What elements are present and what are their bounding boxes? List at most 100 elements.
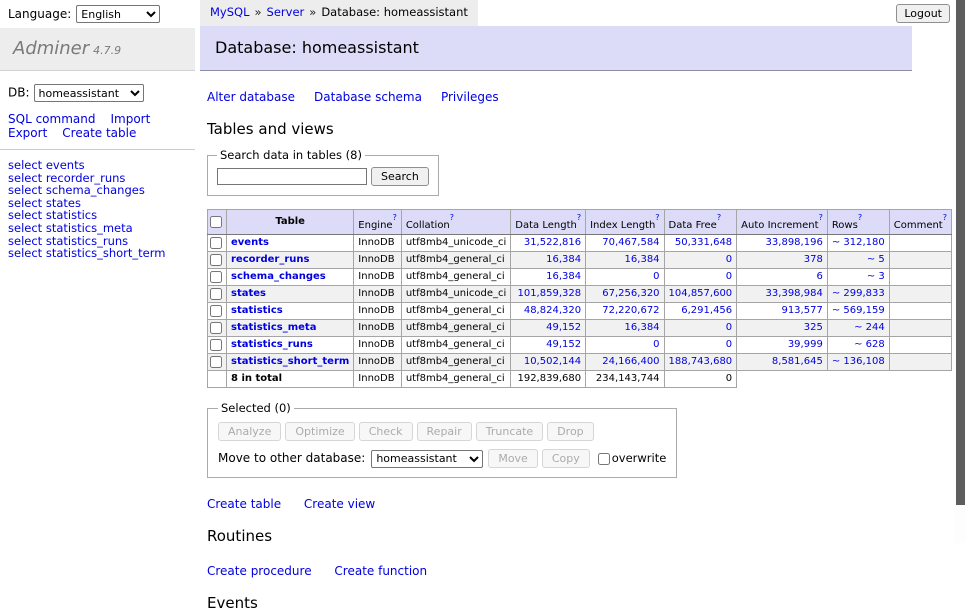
auto-increment-link[interactable]: 33,898,196	[766, 237, 823, 248]
auto-increment-link[interactable]: 8,581,645	[772, 356, 823, 367]
row-checkbox[interactable]	[210, 339, 222, 351]
rows-estimate-link[interactable]: ~ 628	[854, 339, 885, 350]
help-link[interactable]: ?	[943, 213, 947, 222]
data-length-link[interactable]: 16,384	[546, 271, 581, 282]
create-procedure-link[interactable]: Create procedure	[207, 564, 312, 578]
auto-increment-link[interactable]: 33,398,984	[766, 288, 823, 299]
scrollbar-thumb[interactable]	[956, 0, 965, 505]
index-length-link[interactable]: 67,256,320	[602, 288, 659, 299]
sidebar-action-create-table[interactable]: Create table	[62, 127, 136, 141]
search-button[interactable]: Search	[371, 167, 429, 186]
table-row: statistics_runsInnoDButf8mb4_general_ci4…	[208, 337, 952, 354]
rows-estimate-link[interactable]: ~ 569,159	[832, 305, 885, 316]
sidebar-action-export[interactable]: Export	[8, 127, 47, 141]
row-checkbox[interactable]	[210, 271, 222, 283]
create-function-link[interactable]: Create function	[334, 564, 427, 578]
data-free-link[interactable]: 6,291,456	[681, 305, 732, 316]
rows-estimate-link[interactable]: ~ 244	[854, 322, 885, 333]
data-length-link[interactable]: 49,152	[546, 322, 581, 333]
table-link-schema-changes[interactable]: schema_changes	[231, 271, 326, 282]
data-free-link[interactable]: 0	[726, 254, 732, 265]
table-link-states[interactable]: states	[231, 288, 266, 299]
table-link-statistics[interactable]: statistics	[231, 305, 283, 316]
help-link[interactable]: ?	[858, 213, 862, 222]
truncate-button[interactable]: Truncate	[476, 422, 543, 441]
auto-increment-link[interactable]: 325	[804, 322, 823, 333]
sidebar-select-events[interactable]: select events	[8, 159, 187, 172]
language-select[interactable]: English	[76, 5, 160, 23]
row-checkbox[interactable]	[210, 322, 222, 334]
sidebar-select-statistics-meta[interactable]: select statistics_meta	[8, 222, 187, 235]
table-link-statistics-short-term[interactable]: statistics_short_term	[231, 356, 349, 367]
database-schema-link[interactable]: Database schema	[314, 90, 422, 104]
auto-increment-link[interactable]: 39,999	[788, 339, 823, 350]
breadcrumb-server[interactable]: Server	[267, 5, 305, 19]
index-length-link[interactable]: 0	[653, 339, 659, 350]
overwrite-checkbox[interactable]	[598, 453, 610, 465]
rows-estimate-link[interactable]: ~ 5	[867, 254, 885, 265]
privileges-link[interactable]: Privileges	[441, 90, 499, 104]
row-checkbox[interactable]	[210, 254, 222, 266]
row-checkbox[interactable]	[210, 356, 222, 368]
sidebar-action-import[interactable]: Import	[110, 113, 150, 127]
data-free-link[interactable]: 188,743,680	[669, 356, 733, 367]
logout-button[interactable]: Logout	[896, 4, 950, 23]
row-checkbox[interactable]	[210, 305, 222, 317]
optimize-button[interactable]: Optimize	[285, 422, 354, 441]
auto-increment-link[interactable]: 913,577	[781, 305, 822, 316]
sidebar-select-schema-changes[interactable]: select schema_changes	[8, 184, 187, 197]
create-table-link[interactable]: Create table	[207, 497, 281, 511]
help-link[interactable]: ?	[393, 213, 397, 222]
help-link[interactable]: ?	[717, 213, 721, 222]
data-length-link[interactable]: 31,522,816	[524, 237, 581, 248]
data-length-link[interactable]: 49,152	[546, 339, 581, 350]
rows-estimate-link[interactable]: ~ 3	[867, 271, 885, 282]
sidebar-select-statistics-short-term[interactable]: select statistics_short_term	[8, 247, 187, 260]
table-link-statistics-runs[interactable]: statistics_runs	[231, 339, 313, 350]
select-all-checkbox[interactable]	[210, 216, 222, 228]
analyze-button[interactable]: Analyze	[218, 422, 281, 441]
create-view-link[interactable]: Create view	[304, 497, 375, 511]
db-select[interactable]: homeassistant	[34, 84, 144, 102]
search-input[interactable]	[217, 168, 367, 185]
check-button[interactable]: Check	[359, 422, 413, 441]
rows-estimate-link[interactable]: ~ 299,833	[832, 288, 885, 299]
data-length-link[interactable]: 10,502,144	[524, 356, 581, 367]
row-checkbox[interactable]	[210, 288, 222, 300]
auto-increment-link[interactable]: 6	[816, 271, 822, 282]
data-length-link[interactable]: 16,384	[546, 254, 581, 265]
index-length-link[interactable]: 70,467,584	[602, 237, 659, 248]
auto-increment-link[interactable]: 378	[804, 254, 823, 265]
scrollbar[interactable]	[955, 0, 966, 543]
index-length-link[interactable]: 16,384	[625, 254, 660, 265]
table-link-events[interactable]: events	[231, 237, 269, 248]
index-length-link[interactable]: 0	[653, 271, 659, 282]
data-free-link[interactable]: 0	[726, 339, 732, 350]
row-checkbox[interactable]	[210, 237, 222, 249]
move-button[interactable]: Move	[488, 449, 538, 468]
drop-button[interactable]: Drop	[547, 422, 593, 441]
move-db-select[interactable]: homeassistant	[371, 450, 483, 468]
table-link-statistics-meta[interactable]: statistics_meta	[231, 322, 316, 333]
alter-database-link[interactable]: Alter database	[207, 90, 295, 104]
table-link-recorder-runs[interactable]: recorder_runs	[231, 254, 309, 265]
data-length-link[interactable]: 101,859,328	[517, 288, 581, 299]
data-length-link[interactable]: 48,824,320	[524, 305, 581, 316]
data-free-link[interactable]: 50,331,648	[675, 237, 732, 248]
sidebar-action-sql-command[interactable]: SQL command	[8, 113, 95, 127]
repair-button[interactable]: Repair	[417, 422, 472, 441]
rows-estimate-link[interactable]: ~ 312,180	[832, 237, 885, 248]
index-length-link[interactable]: 24,166,400	[602, 356, 659, 367]
data-free-link[interactable]: 0	[726, 322, 732, 333]
help-link[interactable]: ?	[655, 213, 659, 222]
help-link[interactable]: ?	[819, 213, 823, 222]
index-length-link[interactable]: 16,384	[625, 322, 660, 333]
index-length-link[interactable]: 72,220,672	[602, 305, 659, 316]
data-free-link[interactable]: 0	[726, 271, 732, 282]
rows-estimate-link[interactable]: ~ 136,108	[832, 356, 885, 367]
data-free-link[interactable]: 104,857,600	[669, 288, 733, 299]
help-link[interactable]: ?	[577, 213, 581, 222]
help-link[interactable]: ?	[450, 213, 454, 222]
breadcrumb-mysql[interactable]: MySQL	[210, 5, 250, 19]
copy-button[interactable]: Copy	[542, 449, 590, 468]
